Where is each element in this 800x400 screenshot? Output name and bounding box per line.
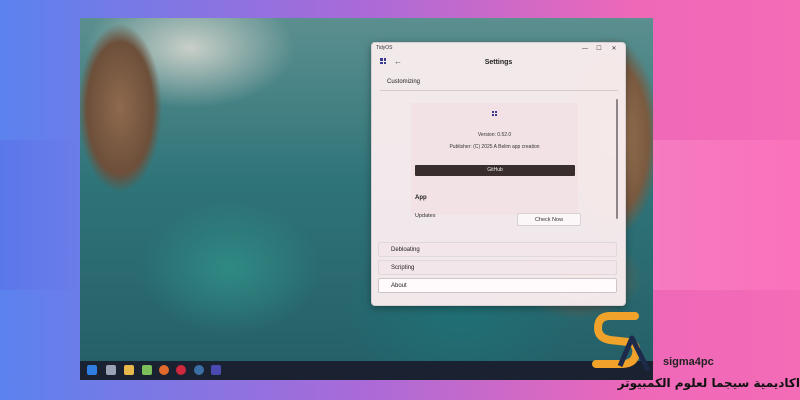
tidyos-app-icon[interactable] bbox=[211, 365, 221, 375]
section-customizing-header[interactable]: Customizing bbox=[387, 79, 420, 85]
watermark-brand: sigma4pc bbox=[663, 356, 714, 368]
notepad-icon[interactable] bbox=[142, 365, 152, 375]
watermark-arabic: اكاديمية سيجما لعلوم الكمبيوتر bbox=[617, 376, 800, 390]
updates-label: Updates bbox=[415, 213, 436, 219]
app-section-heading: App bbox=[415, 195, 427, 201]
settings-window: TidyOS — ☐ ✕ ← Settings Customizing Vers… bbox=[371, 42, 626, 306]
scrollbar-thumb[interactable] bbox=[616, 99, 618, 219]
minimize-button[interactable]: — bbox=[580, 44, 590, 54]
opera-icon[interactable] bbox=[176, 365, 186, 375]
github-button[interactable]: GitHub bbox=[415, 165, 575, 176]
check-now-button[interactable]: Check Now bbox=[517, 213, 581, 226]
app-name: TidyOS bbox=[376, 45, 393, 51]
nav-item-about[interactable]: About bbox=[378, 278, 617, 293]
desktop-wallpaper: TidyOS — ☐ ✕ ← Settings Customizing Vers… bbox=[80, 18, 653, 380]
publisher-text: Publisher: (C) 2025 A Belim app creation bbox=[449, 144, 540, 150]
folder-icon[interactable] bbox=[124, 365, 134, 375]
windows-start-icon[interactable] bbox=[87, 365, 97, 375]
app-logo-icon bbox=[492, 111, 497, 116]
customizing-content: Version: 0.52.0 Publisher: (C) 2025 A Be… bbox=[372, 91, 625, 231]
scrollbar[interactable] bbox=[616, 99, 619, 219]
steam-icon[interactable] bbox=[194, 365, 204, 375]
version-text: Version: 0.52.0 bbox=[477, 132, 512, 138]
about-card: Version: 0.52.0 Publisher: (C) 2025 A Be… bbox=[411, 103, 578, 215]
page-title: Settings bbox=[484, 59, 513, 66]
nav-item-debloating[interactable]: Debloating bbox=[378, 242, 617, 257]
close-button[interactable]: ✕ bbox=[609, 44, 619, 54]
title-bar[interactable]: TidyOS — ☐ ✕ bbox=[372, 43, 625, 57]
nav-item-scripting[interactable]: Scripting bbox=[378, 260, 617, 275]
maximize-button[interactable]: ☐ bbox=[594, 44, 604, 54]
firefox-icon[interactable] bbox=[159, 365, 169, 375]
sigma-logo-icon bbox=[592, 312, 650, 372]
file-explorer-icon[interactable] bbox=[106, 365, 116, 375]
